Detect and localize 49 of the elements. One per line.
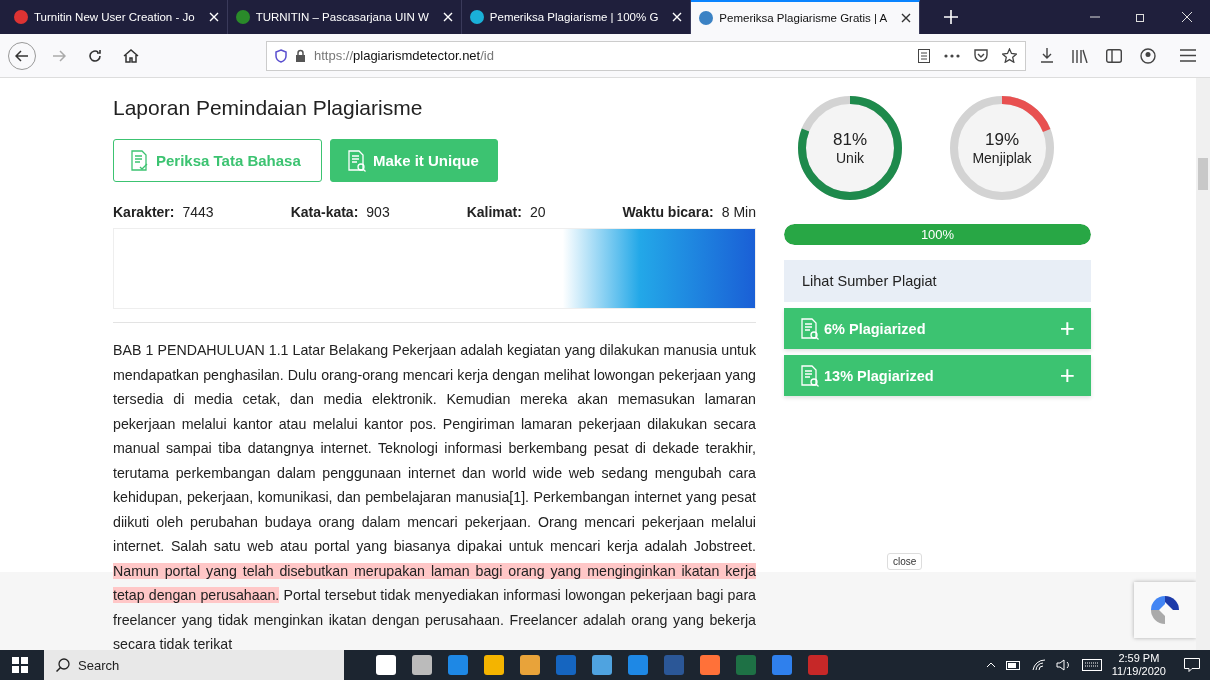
- search-placeholder: Search: [78, 657, 120, 673]
- site-icon: [14, 10, 28, 24]
- taskbar-clock[interactable]: 2:59 PM 11/19/2020: [1111, 652, 1166, 678]
- notification-icon[interactable]: [1184, 658, 1200, 672]
- browser-tab[interactable]: Pemeriksa Plagiarisme Gratis | A: [691, 0, 921, 34]
- keyboard-icon[interactable]: [1081, 659, 1102, 671]
- source-label: 13% Plagiarized: [824, 367, 934, 384]
- library-icon[interactable]: [1072, 48, 1088, 63]
- menu-icon[interactable]: [1180, 49, 1196, 62]
- ad-banner[interactable]: [113, 228, 756, 309]
- document-search-icon: [800, 364, 820, 387]
- stat-item: Kalimat: 20: [466, 204, 546, 220]
- scrollbar-thumb[interactable]: [1198, 158, 1208, 190]
- site-icon: [469, 10, 484, 24]
- progress-reading: 100%: [919, 226, 956, 244]
- shield-icon: [275, 48, 287, 63]
- pocket-icon[interactable]: [974, 49, 988, 62]
- close-icon[interactable]: [901, 13, 912, 23]
- stat-item: Kata-kata: 903: [290, 204, 390, 220]
- search-icon: [56, 658, 70, 672]
- site-icon: [699, 11, 714, 25]
- gauge-value: 81%: [833, 130, 867, 150]
- document-search-icon: [347, 149, 367, 172]
- speaker-icon[interactable]: [1055, 659, 1072, 671]
- wifi-icon[interactable]: [1031, 659, 1046, 671]
- url-text: https://plagiarismdetector.net/id: [314, 48, 494, 63]
- download-icon[interactable]: [1040, 48, 1054, 63]
- document-search-icon: [800, 317, 820, 340]
- stat-item: Karakter: 7443: [113, 204, 214, 220]
- reader-view-icon[interactable]: [918, 48, 930, 63]
- stat-item: Waktu bicara: 8 Min: [622, 204, 756, 220]
- account-icon[interactable]: [1140, 47, 1156, 64]
- gauge-label: Unik: [836, 150, 864, 166]
- gauge-value: 19%: [985, 130, 1019, 150]
- sources-heading: Lihat Sumber Plagiat: [784, 260, 1091, 302]
- sidebar-icon[interactable]: [1106, 48, 1122, 63]
- battery-icon[interactable]: [1005, 660, 1022, 670]
- source-label: 6% Plagiarized: [824, 320, 926, 337]
- address-bar[interactable]: https://plagiarismdetector.net/id: [266, 40, 1026, 71]
- close-button[interactable]: close: [887, 553, 923, 570]
- report-title: Laporan Pemindaian Plagiarisme: [113, 96, 424, 120]
- chevron-up-icon[interactable]: [985, 662, 996, 668]
- star-icon[interactable]: [1002, 48, 1017, 63]
- taskbar-search-field[interactable]: Search: [44, 650, 344, 680]
- lock-icon: [295, 49, 306, 62]
- site-icon: [235, 10, 250, 24]
- gauge-label: Menjiplak: [972, 150, 1032, 166]
- document-check-icon: [130, 149, 150, 172]
- more-icon[interactable]: [944, 53, 960, 58]
